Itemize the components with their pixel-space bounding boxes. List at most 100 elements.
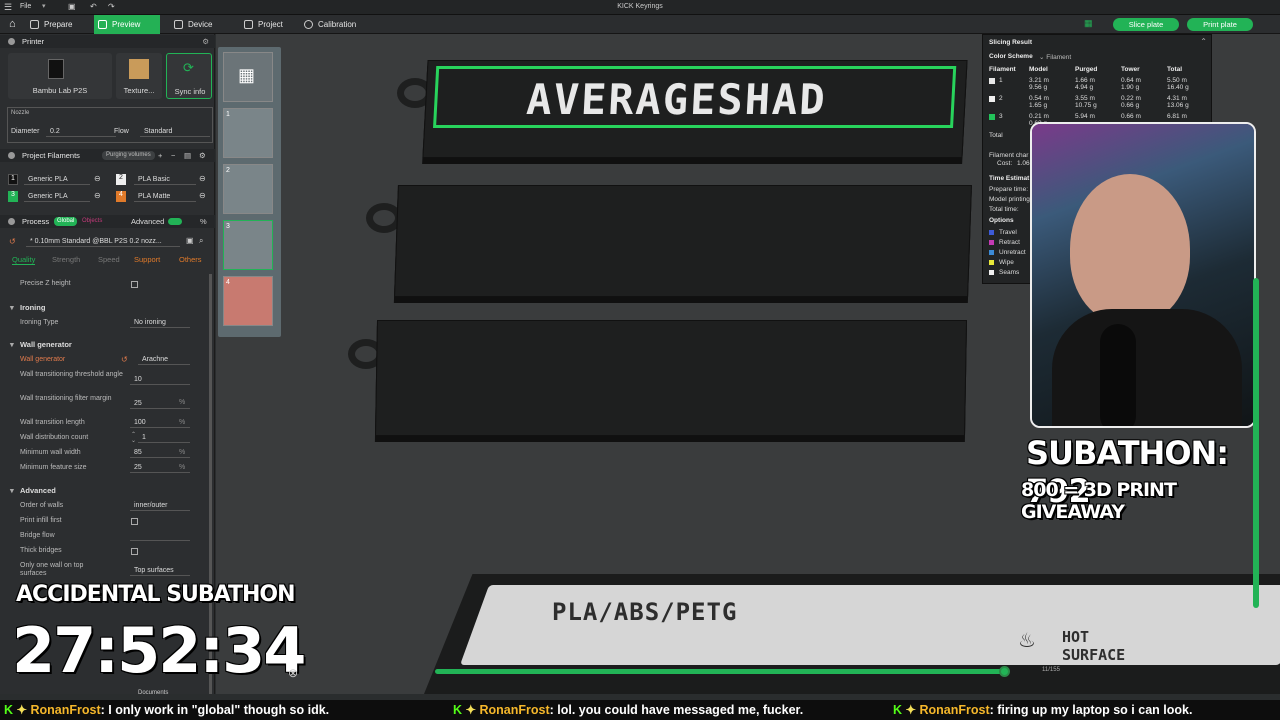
ironing-group[interactable]: Ironing	[8, 303, 45, 312]
tab-project[interactable]: Project	[240, 15, 300, 34]
remove-circle-icon[interactable]: ⊖	[199, 174, 206, 183]
tab-preview[interactable]: Preview	[94, 15, 160, 34]
keychain-text: AVERAGESHAD	[525, 75, 828, 124]
layer-progress-handle[interactable]	[999, 666, 1010, 677]
wall-threshold-input[interactable]: 10	[130, 374, 190, 385]
option-item[interactable]: Wipe	[999, 259, 1014, 266]
streamer-face	[1070, 174, 1190, 324]
printer-section[interactable]: Printer ⚙	[0, 35, 215, 48]
percent-icon[interactable]: %	[200, 215, 207, 228]
plate-icon[interactable]: ▦	[1084, 18, 1093, 29]
gear-icon[interactable]: ⚙	[202, 35, 209, 48]
filament-select-2[interactable]: PLA Basic	[134, 174, 196, 185]
flow-select[interactable]: Standard	[140, 126, 210, 137]
one-wall-select[interactable]: Top surfaces	[130, 565, 190, 576]
wall-distribution-input[interactable]: 1	[138, 432, 190, 443]
tab-quality[interactable]: Quality	[12, 255, 36, 265]
order-walls-select[interactable]: inner/outer	[130, 500, 190, 511]
collapse-icon[interactable]: ⌃	[1200, 37, 1207, 46]
filament-slot-1[interactable]: 1	[8, 174, 18, 185]
filament-select-3[interactable]: Generic PLA	[24, 191, 90, 202]
option-item[interactable]: Seams	[999, 269, 1019, 276]
tab-prepare[interactable]: Prepare	[26, 15, 92, 34]
plate-type-card[interactable]: Texture...	[116, 53, 162, 99]
model-value: 3.21 m 9.56 g	[1029, 77, 1049, 91]
filament-icon	[8, 152, 15, 159]
plate-thumb-4[interactable]: 4	[223, 276, 273, 326]
plate-overview[interactable]: ▦	[223, 52, 273, 102]
filament-num: 3	[999, 113, 1003, 120]
filament-slot-3[interactable]: 3	[8, 191, 18, 202]
remove-icon[interactable]: −	[171, 149, 175, 162]
ironing-type-select[interactable]: No ironing	[130, 317, 190, 328]
tab-strength[interactable]: Strength	[52, 255, 80, 264]
option-item[interactable]: Retract	[999, 239, 1020, 246]
gear-icon[interactable]: ⚙	[199, 149, 206, 162]
remove-circle-icon[interactable]: ⊖	[94, 191, 101, 200]
wall-generator-group[interactable]: Wall generator	[8, 340, 72, 349]
vertical-layer-slider[interactable]	[1253, 278, 1259, 608]
tab-others[interactable]: Others	[179, 255, 202, 264]
tower-value: 0.22 m 0.66 g	[1121, 95, 1141, 109]
webcam-overlay	[1030, 122, 1256, 428]
process-preset-select[interactable]: * 0.10mm Standard @BBL P2S 0.2 nozz...	[26, 236, 180, 247]
stepper-icon[interactable]: ⌃ ⌄	[131, 432, 136, 444]
precise-z-checkbox[interactable]	[131, 281, 138, 288]
header-model: Model	[1029, 66, 1048, 73]
remove-circle-icon[interactable]: ⊖	[199, 191, 206, 200]
tab-support[interactable]: Support	[134, 255, 160, 264]
filament-select-1[interactable]: Generic PLA	[24, 174, 90, 185]
keychain-2[interactable]	[394, 185, 972, 297]
plate-thumb-3[interactable]: 3	[223, 220, 273, 270]
bridge-flow-input[interactable]	[130, 530, 190, 541]
tab-device[interactable]: Device	[170, 15, 240, 34]
slice-plate-button[interactable]: Slice plate	[1113, 18, 1179, 31]
taskbar-documents[interactable]: Documents	[138, 690, 168, 696]
sync-icon: ⟳	[183, 60, 194, 75]
save-icon[interactable]: ▣	[186, 236, 194, 245]
infill-first-checkbox[interactable]	[131, 518, 138, 525]
flow-label: Flow	[114, 128, 129, 135]
calibration-icon	[304, 20, 313, 29]
process-section[interactable]: Process Global Objects Advanced %	[0, 215, 215, 228]
keychain-1[interactable]: AVERAGESHAD	[422, 60, 968, 158]
tab-speed[interactable]: Speed	[98, 255, 120, 264]
filament-swatch	[989, 78, 995, 84]
advanced-group[interactable]: Advanced	[8, 486, 56, 495]
wall-generator-select[interactable]: Arachne	[138, 354, 190, 365]
reset-icon[interactable]: ↺	[9, 237, 16, 246]
layer-progress-bar[interactable]	[435, 669, 1005, 674]
color-scheme-label: Color Scheme	[989, 53, 1033, 60]
star-icon: ✦	[16, 703, 27, 717]
plate-thumb-2[interactable]: 2	[223, 164, 273, 214]
home-icon[interactable]: ⌂	[9, 18, 16, 30]
filament-slot-4[interactable]: 4	[116, 191, 126, 202]
keychain-3[interactable]	[374, 320, 968, 436]
purging-volumes-button[interactable]: Purging volumes	[102, 151, 155, 160]
filaments-section[interactable]: Project Filaments Purging volumes + − ▤ …	[0, 149, 215, 162]
print-plate-button[interactable]: Print plate	[1187, 18, 1253, 31]
option-item[interactable]: Unretract	[999, 249, 1026, 256]
layer-progress-value: 11/155	[1042, 667, 1060, 673]
objects-toggle[interactable]: Objects	[82, 215, 102, 228]
thick-bridges-checkbox[interactable]	[131, 548, 138, 555]
option-swatch	[989, 230, 994, 235]
palette-icon[interactable]: ▤	[184, 149, 191, 162]
diameter-select[interactable]: 0.2	[46, 126, 116, 137]
advanced-toggle[interactable]	[168, 218, 182, 225]
search-icon[interactable]: ⌕	[199, 236, 203, 246]
sync-info-button[interactable]: ⟳ Sync info	[166, 53, 212, 99]
filament-select-4[interactable]: PLA Matte	[134, 191, 196, 202]
tab-calibration[interactable]: Calibration	[300, 15, 380, 34]
global-toggle[interactable]: Global	[54, 217, 78, 226]
color-scheme-select[interactable]: ⌄ Filament	[1039, 53, 1071, 61]
view-icon[interactable]: ⊗	[288, 666, 298, 680]
reset-icon[interactable]: ↺	[121, 355, 128, 364]
add-icon[interactable]: +	[158, 149, 162, 162]
option-item[interactable]: Travel	[999, 229, 1017, 236]
plate-thumb-1[interactable]: 1	[223, 108, 273, 158]
printer-card[interactable]: Bambu Lab P2S	[8, 53, 112, 99]
filament-slot-2[interactable]: 2	[116, 174, 126, 185]
remove-circle-icon[interactable]: ⊖	[94, 174, 101, 183]
sync-info-label: Sync info	[174, 87, 206, 96]
